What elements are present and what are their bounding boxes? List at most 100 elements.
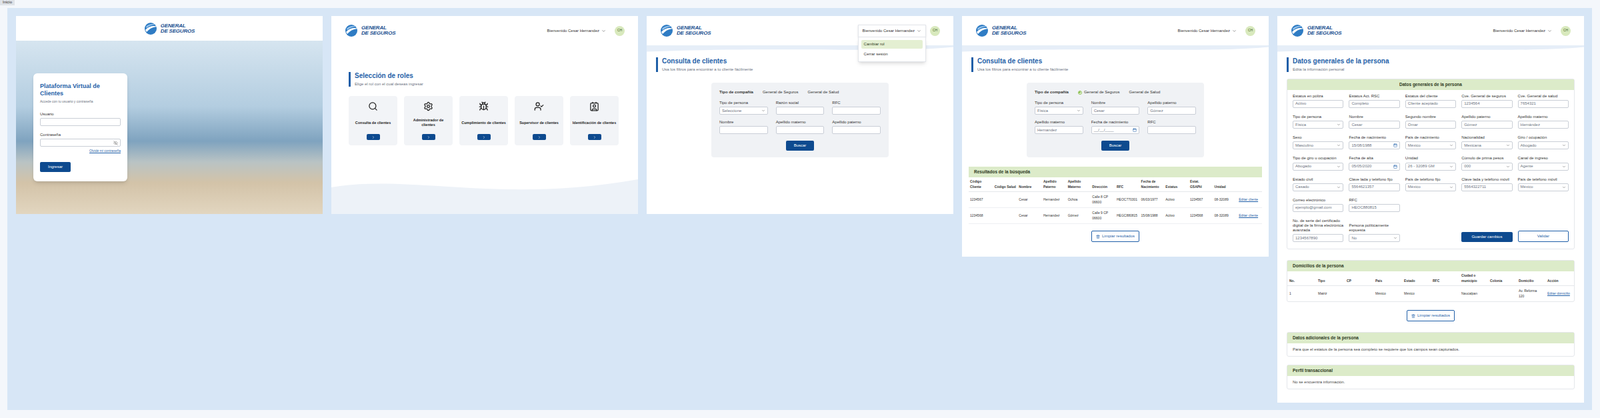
role-select-button[interactable] (588, 134, 602, 140)
date-field[interactable]: __/__/____ (1091, 126, 1140, 134)
user-menu-button[interactable]: Bienvenido Cesar Hernandez (858, 24, 926, 38)
user-avatar[interactable]: CH (930, 26, 940, 36)
select-field[interactable]: Abogado (1292, 162, 1344, 171)
text-field[interactable]: Completo (1348, 100, 1400, 108)
form-field: Apellido paternoGómez (1461, 114, 1512, 129)
text-field[interactable]: Hernandez (1034, 126, 1084, 134)
text-field[interactable]: ejemplo@gmail.com (1292, 204, 1344, 212)
table-header-row: Código ClienteCódigo SaludNombreApellido… (968, 177, 1262, 192)
text-field[interactable] (776, 106, 825, 115)
role-select-button[interactable] (422, 134, 436, 140)
edit-address-link[interactable]: Editar domicilio (1545, 286, 1574, 302)
select-field[interactable]: No (1348, 234, 1400, 242)
text-field[interactable]: Cesar (1348, 120, 1400, 129)
select-field[interactable]: Abogado (1518, 141, 1569, 150)
role-card[interactable]: Supervisor de clientes (514, 96, 564, 146)
text-field[interactable]: 7654321 (1518, 100, 1569, 108)
search-button[interactable]: Buscar (786, 140, 815, 151)
validate-button[interactable]: Validar (1518, 230, 1569, 242)
edit-client-link[interactable]: Editar cliente (1237, 192, 1262, 208)
date-field[interactable]: 15/08/1988 (1348, 141, 1400, 150)
user-menu-button[interactable]: Bienvenido Cesar Hernandez (1488, 24, 1557, 38)
edit-client-link[interactable]: Editar cliente (1237, 208, 1262, 224)
column-header: Código Salud (993, 177, 1018, 192)
form-field: Estatus Act. RSCCompleto (1348, 94, 1400, 108)
text-field[interactable] (832, 126, 881, 134)
text-field[interactable]: Activo (1292, 100, 1344, 108)
user-avatar[interactable]: CH (614, 26, 625, 36)
text-field[interactable]: Cesar (1091, 106, 1140, 115)
select-field[interactable]: Seleccione (719, 106, 768, 115)
text-field[interactable]: 1234567890 (1292, 234, 1344, 242)
password-field[interactable] (40, 138, 121, 147)
text-field[interactable]: HEOC880815 (1348, 204, 1400, 212)
text-field[interactable]: 5564322711 (1461, 183, 1512, 192)
role-select-button[interactable] (477, 134, 491, 140)
text-field[interactable] (1147, 126, 1196, 134)
save-button[interactable]: Guardar cambios (1461, 232, 1512, 242)
text-field[interactable]: Gómez (1461, 120, 1512, 129)
field-value: 15/08/1988 (1351, 142, 1372, 149)
select-field[interactable]: Masculino (1292, 141, 1344, 150)
text-field[interactable]: 5564621357 (1348, 183, 1400, 192)
text-field[interactable] (776, 126, 825, 134)
forgot-password-link[interactable]: Olvidé mi contraseña (89, 148, 121, 154)
user-avatar[interactable]: CH (1245, 26, 1256, 36)
company-radio[interactable]: General de Seguros (1078, 89, 1120, 96)
column-header: Apellido Paterno (1042, 177, 1067, 192)
user-menu-button[interactable]: Bienvenido Cesar Hernandez (1173, 24, 1242, 38)
user-menu-button[interactable]: Bienvenido Cesar Hernandez (542, 24, 611, 38)
dropdown-item[interactable]: Cerrar sesión (861, 50, 923, 59)
role-card[interactable]: Consulta de clientes (348, 96, 398, 146)
column-header: No. (1287, 271, 1316, 286)
dropdown-item[interactable]: Cambiar rol (861, 40, 923, 49)
field-row: Correo electrónicoejemplo@gmail.comRFCHE… (1292, 198, 1569, 212)
login-button[interactable]: Ingresar (40, 162, 71, 172)
select-field[interactable]: México (1518, 183, 1569, 192)
form-field: Contraseña (40, 132, 121, 147)
select-field[interactable]: Física (1292, 120, 1344, 129)
role-card[interactable]: Administrador de clientes (404, 96, 453, 146)
calendar-icon (1393, 164, 1398, 169)
text-field[interactable] (832, 106, 881, 115)
text-field[interactable] (719, 126, 768, 134)
column-header: Colonia (1488, 271, 1517, 286)
select-field[interactable]: Física (1034, 106, 1084, 115)
select-field[interactable]: Casado (1292, 183, 1344, 192)
role-select-button[interactable] (532, 134, 546, 140)
date-field[interactable]: 05/05/2020 (1348, 162, 1400, 171)
text-field[interactable]: Gómez (1147, 106, 1196, 115)
select-field[interactable]: México (1405, 183, 1456, 192)
company-radio[interactable]: General de Salud (1129, 89, 1161, 96)
clear-results-button[interactable]: Limpiar resultados (1091, 230, 1140, 242)
login-header: GENERALDE SEGUROS (16, 16, 323, 41)
text-field[interactable]: Omar (1405, 120, 1456, 129)
field-value: Física (1295, 122, 1306, 128)
role-card[interactable]: Identificación de clientes (570, 96, 619, 146)
clear-results-button[interactable]: Limpiar resultados (1406, 310, 1455, 322)
text-field[interactable]: 1234564 (1461, 100, 1512, 108)
search-button[interactable]: Buscar (1101, 140, 1130, 151)
role-card[interactable]: Cumplimiento de clientes (459, 96, 508, 146)
select-field[interactable]: México (1405, 141, 1456, 150)
select-field[interactable]: Agente (1518, 162, 1569, 171)
company-radio[interactable]: General de Seguros (762, 89, 799, 96)
form-field: NombreCesar (1348, 114, 1400, 129)
user-avatar[interactable]: CH (1560, 26, 1571, 36)
page-subtitle: Edita la información personal (1292, 67, 1575, 73)
text-field[interactable] (40, 118, 121, 126)
brand-line: GENERAL (160, 23, 195, 29)
company-radio[interactable]: General de Salud (808, 89, 840, 96)
eye-off-icon[interactable] (113, 140, 118, 146)
select-field[interactable]: 26 - 32089 GM (1405, 162, 1456, 171)
select-field[interactable]: 000 (1461, 162, 1512, 171)
chevron-down-icon (1562, 143, 1566, 148)
text-field[interactable]: Hernández (1518, 120, 1569, 129)
field-label: Giro / ocupación (1518, 135, 1569, 140)
form-field: Fecha de alta05/05/2020 (1348, 156, 1400, 170)
select-field[interactable]: Mexicana (1461, 141, 1512, 150)
role-select-button[interactable] (366, 134, 380, 140)
field-label: Estado civil (1292, 177, 1344, 182)
column-header: Estatus (1164, 177, 1189, 192)
text-field[interactable]: Cliente aceptado (1405, 100, 1456, 108)
